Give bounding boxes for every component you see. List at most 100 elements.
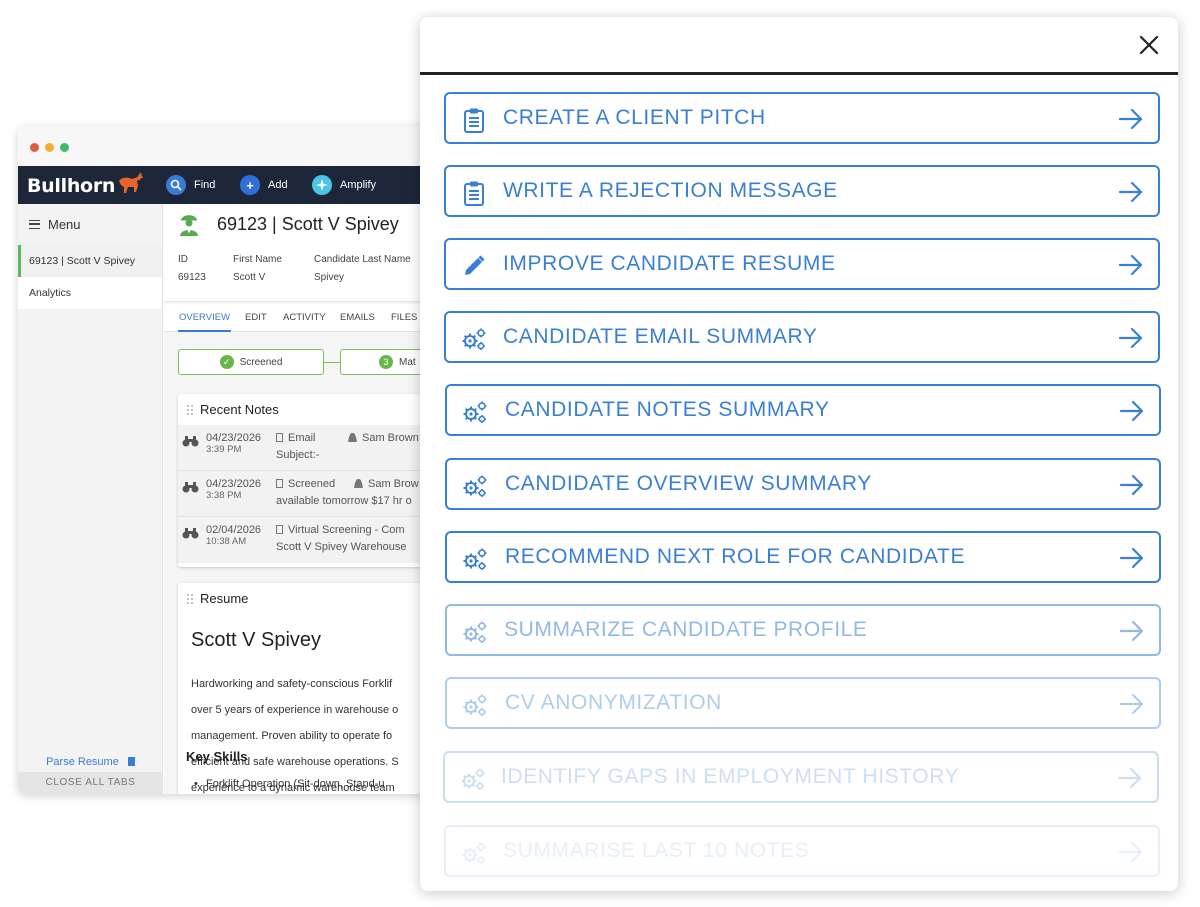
arrow-right-icon bbox=[1119, 693, 1144, 715]
panel-header bbox=[420, 17, 1178, 75]
plus-icon: + bbox=[240, 175, 260, 195]
binoculars-icon bbox=[182, 528, 199, 539]
parse-resume-link[interactable]: Parse Resume bbox=[18, 756, 163, 768]
pipeline-matched-label: Mat bbox=[399, 356, 416, 368]
field-last-name-value: Spivey bbox=[314, 272, 345, 283]
action-button-create-a-client-pitch[interactable]: CREATE A CLIENT PITCH bbox=[444, 92, 1160, 144]
bull-logo-icon bbox=[119, 172, 144, 193]
action-label: IMPROVE CANDIDATE RESUME bbox=[503, 252, 836, 275]
top-navigation: Bullhorn Find + Add Amplify bbox=[18, 166, 438, 204]
nav-amplify[interactable]: Amplify bbox=[312, 175, 376, 195]
close-all-tabs-button[interactable]: CLOSE ALL TABS bbox=[18, 772, 163, 794]
action-label: IDENTIFY GAPS IN EMPLOYMENT HISTORY bbox=[501, 765, 960, 788]
resume-candidate-name: Scott V Spivey bbox=[191, 629, 322, 651]
note-user: Sam Brow bbox=[354, 478, 419, 490]
pencil-icon bbox=[465, 255, 485, 275]
drag-handle-icon[interactable] bbox=[186, 593, 194, 605]
candidate-record: 69123 | Scott V Spivey ID 69123 First Na… bbox=[164, 204, 438, 794]
tab-edit[interactable]: EDIT bbox=[245, 304, 267, 332]
gears-icon bbox=[463, 475, 487, 497]
action-button-recommend-next-role-for-candidate[interactable]: RECOMMEND NEXT ROLE FOR CANDIDATE bbox=[445, 531, 1161, 583]
resume-summary-line: over 5 years of experience in warehouse … bbox=[191, 704, 399, 716]
action-label: SUMMARIZE CANDIDATE PROFILE bbox=[504, 618, 868, 641]
document-icon bbox=[276, 479, 283, 488]
note-row[interactable]: 02/04/2026 10:38 AM Virtual Screening - … bbox=[178, 517, 438, 563]
document-icon bbox=[127, 757, 135, 766]
action-label: SUMMARISE LAST 10 NOTES bbox=[503, 839, 810, 862]
drag-handle-icon[interactable] bbox=[186, 404, 194, 416]
ai-actions-panel: CREATE A CLIENT PITCH WRITE A REJECTION M… bbox=[420, 17, 1178, 891]
arrow-right-icon bbox=[1117, 767, 1142, 789]
resume-summary-line: management. Proven ability to operate fo bbox=[191, 730, 393, 742]
person-icon bbox=[348, 433, 357, 442]
pipeline-screened[interactable]: ✓ Screened bbox=[178, 349, 324, 375]
window-maximize-dot[interactable] bbox=[60, 143, 69, 152]
field-id-value: 69123 bbox=[178, 272, 206, 283]
note-row[interactable]: 04/23/2026 3:38 PM Screened Sam Brow ava… bbox=[178, 471, 438, 517]
record-header: 69123 | Scott V Spivey ID 69123 First Na… bbox=[164, 204, 438, 302]
close-icon[interactable] bbox=[1138, 34, 1160, 56]
nav-find[interactable]: Find bbox=[166, 175, 215, 195]
gears-icon bbox=[462, 842, 486, 864]
pipeline-screened-label: Screened bbox=[239, 356, 283, 368]
arrow-right-icon bbox=[1118, 181, 1143, 203]
action-button-summarize-candidate-profile[interactable]: SUMMARIZE CANDIDATE PROFILE bbox=[445, 604, 1161, 656]
note-row[interactable]: 04/23/2026 3:39 PM Email Sam Brown Subje… bbox=[178, 425, 438, 471]
menu-toggle[interactable]: Menu bbox=[18, 204, 162, 244]
nav-find-label: Find bbox=[194, 179, 216, 191]
field-id-label: ID bbox=[178, 254, 188, 265]
field-last-name-label: Candidate Last Name bbox=[314, 254, 411, 265]
field-first-name-value: Scott V bbox=[233, 272, 266, 283]
binoculars-icon bbox=[182, 482, 199, 493]
window-close-dot[interactable] bbox=[30, 143, 39, 152]
arrow-right-icon bbox=[1119, 400, 1144, 422]
field-first-name-label: First Name bbox=[233, 254, 282, 265]
document-icon bbox=[276, 525, 283, 534]
action-button-summarise-last-10-notes[interactable]: SUMMARISE LAST 10 NOTES bbox=[444, 825, 1160, 877]
sidebar-tab-candidate[interactable]: 69123 | Scott V Spivey bbox=[18, 245, 162, 277]
arrow-right-icon bbox=[1119, 474, 1144, 496]
nav-add[interactable]: + Add bbox=[240, 175, 288, 195]
gears-icon bbox=[463, 621, 487, 643]
resume-summary-line: Hardworking and safety-conscious Forklif bbox=[191, 678, 393, 690]
action-button-candidate-email-summary[interactable]: CANDIDATE EMAIL SUMMARY bbox=[444, 311, 1160, 363]
resume-card-title: Resume bbox=[200, 591, 249, 606]
action-button-candidate-notes-summary[interactable]: CANDIDATE NOTES SUMMARY bbox=[445, 384, 1161, 436]
tab-files[interactable]: FILES bbox=[391, 304, 417, 332]
action-button-improve-candidate-resume[interactable]: IMPROVE CANDIDATE RESUME bbox=[444, 238, 1160, 290]
action-button-candidate-overview-summary[interactable]: CANDIDATE OVERVIEW SUMMARY bbox=[445, 458, 1161, 510]
note-date: 02/04/2026 bbox=[206, 524, 262, 536]
action-button-cv-anonymization[interactable]: CV ANONYMIZATION bbox=[445, 677, 1161, 729]
note-user-text: Sam Brow bbox=[368, 478, 419, 490]
action-button-write-a-rejection-message[interactable]: WRITE A REJECTION MESSAGE bbox=[444, 165, 1160, 217]
action-label: RECOMMEND NEXT ROLE FOR CANDIDATE bbox=[505, 545, 966, 568]
bullhorn-window: Bullhorn Find + Add Amplify Menu 69123 |… bbox=[18, 126, 438, 794]
arrow-right-icon bbox=[1118, 108, 1143, 130]
note-date: 04/23/2026 bbox=[206, 478, 262, 490]
arrow-right-icon bbox=[1118, 254, 1143, 276]
note-detail: available tomorrow $17 hr o bbox=[276, 495, 412, 507]
key-skills-heading: Key Skills bbox=[186, 749, 248, 764]
clipboard-icon bbox=[464, 181, 484, 206]
search-icon bbox=[166, 175, 186, 195]
note-date: 04/23/2026 bbox=[206, 432, 262, 444]
window-titlebar bbox=[18, 126, 438, 166]
tab-activity[interactable]: ACTIVITY bbox=[283, 304, 326, 332]
note-action: Virtual Screening - Com bbox=[276, 524, 405, 536]
brand-name: Bullhorn bbox=[27, 175, 116, 197]
tab-emails[interactable]: EMAILS bbox=[340, 304, 375, 332]
person-icon bbox=[354, 479, 363, 488]
hamburger-icon bbox=[29, 219, 40, 229]
nav-add-label: Add bbox=[268, 179, 288, 191]
gears-icon bbox=[463, 548, 487, 570]
document-icon bbox=[276, 433, 283, 442]
note-time: 3:38 PM bbox=[206, 490, 242, 501]
sidebar-tab-analytics[interactable]: Analytics bbox=[18, 277, 162, 309]
action-button-identify-gaps-in-employment-history[interactable]: IDENTIFY GAPS IN EMPLOYMENT HISTORY bbox=[443, 751, 1159, 803]
gears-icon bbox=[463, 401, 487, 423]
tab-overview[interactable]: OVERVIEW bbox=[178, 304, 232, 332]
note-detail: Subject:- bbox=[276, 449, 320, 461]
action-label: CANDIDATE NOTES SUMMARY bbox=[505, 398, 830, 421]
recent-notes-card: Recent Notes 04/23/2026 3:39 PM Email Sa… bbox=[178, 394, 438, 567]
window-minimize-dot[interactable] bbox=[45, 143, 54, 152]
